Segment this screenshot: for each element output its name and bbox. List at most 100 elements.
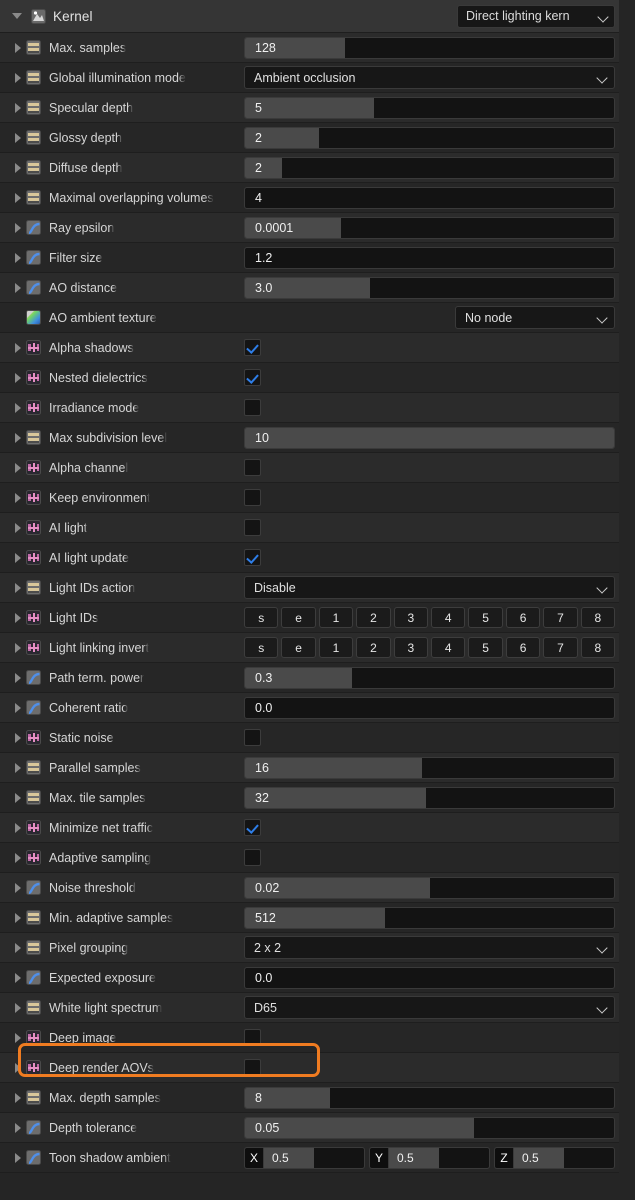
row-expander[interactable] — [0, 582, 22, 593]
value-slider[interactable]: 512 — [244, 906, 615, 929]
toggle-button[interactable]: 4 — [431, 607, 466, 628]
property-row[interactable]: Deep render AOVs — [0, 1053, 619, 1083]
property-row[interactable]: Alpha channel — [0, 453, 619, 483]
value-slider[interactable]: 2 — [244, 126, 615, 149]
row-expander[interactable] — [0, 972, 22, 983]
toggle-button[interactable]: 2 — [356, 607, 391, 628]
toggle-button[interactable]: s — [244, 637, 279, 658]
toggle-button[interactable]: 6 — [505, 607, 541, 628]
value-slider[interactable]: 0.0 — [244, 966, 615, 989]
row-expander[interactable] — [0, 1092, 22, 1103]
row-expander[interactable] — [0, 732, 22, 743]
property-row[interactable]: Nested dielectrics — [0, 363, 619, 393]
property-row[interactable]: Expected exposure 0.0 — [0, 963, 619, 993]
row-expander[interactable] — [0, 672, 22, 683]
value-slider[interactable]: 1.2 — [244, 246, 615, 269]
row-expander[interactable] — [0, 1062, 22, 1073]
value-checkbox[interactable] — [244, 489, 261, 506]
toggle-button[interactable]: 5 — [468, 607, 503, 628]
row-expander[interactable] — [0, 942, 22, 953]
property-row[interactable]: Minimize net traffic — [0, 813, 619, 843]
row-expander[interactable] — [0, 1122, 22, 1133]
row-expander[interactable] — [0, 372, 22, 383]
toggle-button[interactable]: 4 — [431, 637, 466, 658]
toggle-button[interactable]: 8 — [580, 607, 616, 628]
property-row[interactable]: Global illumination mode Ambient occlusio… — [0, 63, 619, 93]
node-dropdown[interactable]: No node — [455, 306, 615, 329]
value-slider[interactable]: 0.0001 — [244, 216, 615, 239]
property-row[interactable]: Ray epsilon 0.0001 — [0, 213, 619, 243]
toggle-button[interactable]: 8 — [580, 637, 616, 658]
property-row[interactable]: Specular depth 5 — [0, 93, 619, 123]
property-row[interactable]: Maximal overlapping volumes 4 — [0, 183, 619, 213]
property-row[interactable]: Noise threshold 0.02 — [0, 873, 619, 903]
property-row[interactable]: Light IDs action Disable — [0, 573, 619, 603]
value-checkbox[interactable] — [244, 1029, 261, 1046]
row-expander[interactable] — [0, 882, 22, 893]
value-slider[interactable]: 5 — [244, 96, 615, 119]
property-row[interactable]: AI light update — [0, 543, 619, 573]
property-row[interactable]: Adaptive sampling — [0, 843, 619, 873]
toggle-button[interactable]: 2 — [356, 637, 391, 658]
row-expander[interactable] — [0, 702, 22, 713]
property-row[interactable]: Max. tile samples 32 — [0, 783, 619, 813]
property-row[interactable]: Pixel grouping 2 x 2 — [0, 933, 619, 963]
row-expander[interactable] — [0, 762, 22, 773]
value-slider[interactable]: 10 — [244, 426, 615, 449]
chevron-down-icon[interactable] — [12, 13, 22, 19]
value-checkbox[interactable] — [244, 849, 261, 866]
row-expander[interactable] — [0, 282, 22, 293]
value-checkbox[interactable] — [244, 399, 261, 416]
row-expander[interactable] — [0, 252, 22, 263]
toggle-button[interactable]: 5 — [468, 637, 503, 658]
row-expander[interactable] — [0, 1032, 22, 1043]
row-expander[interactable] — [0, 432, 22, 443]
row-expander[interactable] — [0, 192, 22, 203]
row-expander[interactable] — [0, 642, 22, 653]
property-row[interactable]: White light spectrum D65 — [0, 993, 619, 1023]
row-expander[interactable] — [0, 222, 22, 233]
row-expander[interactable] — [0, 822, 22, 833]
value-checkbox[interactable] — [244, 1059, 261, 1076]
property-row[interactable]: AI light — [0, 513, 619, 543]
row-expander[interactable] — [0, 132, 22, 143]
property-row[interactable]: Keep environment — [0, 483, 619, 513]
axis-slider[interactable]: 0.5 — [513, 1146, 615, 1169]
value-slider[interactable]: 128 — [244, 36, 615, 59]
property-row[interactable]: Path term. power 0.3 — [0, 663, 619, 693]
row-expander[interactable] — [0, 792, 22, 803]
property-row[interactable]: Depth tolerance 0.05 — [0, 1113, 619, 1143]
property-row[interactable]: Parallel samples 16 — [0, 753, 619, 783]
value-checkbox[interactable] — [244, 369, 261, 386]
value-slider[interactable]: 8 — [244, 1086, 615, 1109]
toggle-button[interactable]: 7 — [543, 607, 578, 628]
toggle-button[interactable]: e — [281, 607, 316, 628]
property-row[interactable]: Light IDs s e 1 2 3 4 5 6 7 8 — [0, 603, 619, 633]
property-row[interactable]: Deep image — [0, 1023, 619, 1053]
value-slider[interactable]: 3.0 — [244, 276, 615, 299]
property-row[interactable]: Diffuse depth 2 — [0, 153, 619, 183]
row-expander[interactable] — [0, 912, 22, 923]
property-row[interactable]: Max. samples 128 — [0, 33, 619, 63]
property-row[interactable]: Filter size 1.2 — [0, 243, 619, 273]
value-slider[interactable]: 4 — [244, 186, 615, 209]
property-row[interactable]: AO distance 3.0 — [0, 273, 619, 303]
axis-slider[interactable]: 0.5 — [388, 1146, 490, 1169]
value-dropdown[interactable]: D65 — [244, 996, 615, 1019]
value-checkbox[interactable] — [244, 459, 261, 476]
property-row[interactable]: Min. adaptive samples 512 — [0, 903, 619, 933]
property-row[interactable]: AO ambient texture No node — [0, 303, 619, 333]
property-row[interactable]: Max subdivision level 10 — [0, 423, 619, 453]
value-checkbox[interactable] — [244, 729, 261, 746]
toggle-button[interactable]: 3 — [393, 607, 429, 628]
row-expander[interactable] — [0, 72, 22, 83]
value-checkbox[interactable] — [244, 339, 261, 356]
row-expander[interactable] — [0, 852, 22, 863]
value-slider[interactable]: 16 — [244, 756, 615, 779]
property-row[interactable]: Max. depth samples 8 — [0, 1083, 619, 1113]
value-dropdown[interactable]: 2 x 2 — [244, 936, 615, 959]
toggle-button[interactable]: 6 — [505, 637, 541, 658]
row-expander[interactable] — [0, 42, 22, 53]
row-expander[interactable] — [0, 342, 22, 353]
value-slider[interactable]: 0.02 — [244, 876, 615, 899]
